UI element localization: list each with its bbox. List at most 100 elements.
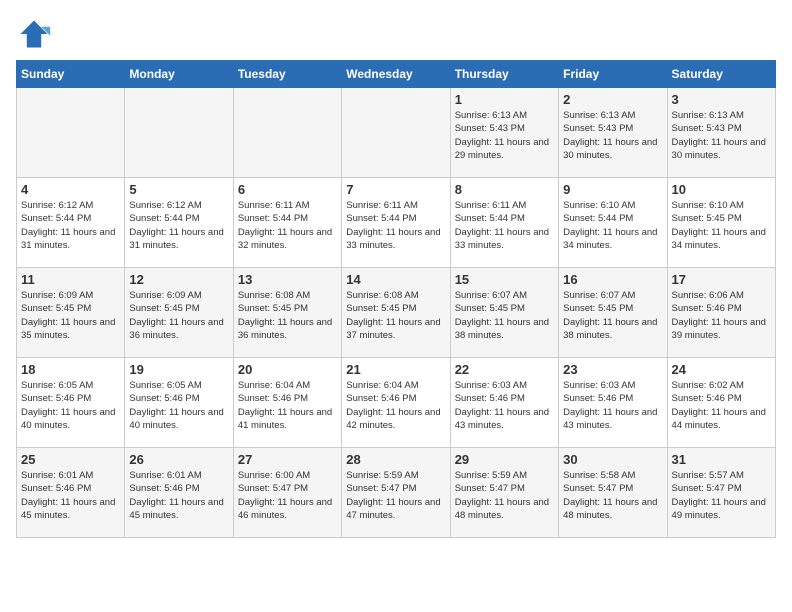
day-info: Sunrise: 6:00 AM Sunset: 5:47 PM Dayligh… bbox=[238, 469, 337, 522]
day-info: Sunrise: 6:06 AM Sunset: 5:46 PM Dayligh… bbox=[672, 289, 771, 342]
calendar-cell: 27 Sunrise: 6:00 AM Sunset: 5:47 PM Dayli… bbox=[233, 448, 341, 538]
day-info: Sunrise: 6:07 AM Sunset: 5:45 PM Dayligh… bbox=[563, 289, 662, 342]
day-info: Sunrise: 5:57 AM Sunset: 5:47 PM Dayligh… bbox=[672, 469, 771, 522]
day-number: 11 bbox=[21, 272, 120, 287]
day-number: 12 bbox=[129, 272, 228, 287]
day-number: 8 bbox=[455, 182, 554, 197]
calendar-cell: 23Sunrise: 6:03 AM Sunset: 5:46 PM Dayli… bbox=[559, 358, 667, 448]
calendar-cell: 24Sunrise: 6:02 AM Sunset: 5:46 PM Dayli… bbox=[667, 358, 775, 448]
day-number: 2 bbox=[563, 92, 662, 107]
day-info: Sunrise: 6:10 AM Sunset: 5:44 PM Dayligh… bbox=[563, 199, 662, 252]
day-info: Sunrise: 5:59 AM Sunset: 5:47 PM Dayligh… bbox=[455, 469, 554, 522]
calendar-week-row: 25 Sunrise: 6:01 AM Sunset: 5:46 PM Dayli… bbox=[17, 448, 776, 538]
calendar-cell: 9 Sunrise: 6:10 AM Sunset: 5:44 PM Daylig… bbox=[559, 178, 667, 268]
calendar-cell: 29 Sunrise: 5:59 AM Sunset: 5:47 PM Dayli… bbox=[450, 448, 558, 538]
calendar-cell: 26 Sunrise: 6:01 AM Sunset: 5:46 PM Dayli… bbox=[125, 448, 233, 538]
calendar-cell: 31Sunrise: 5:57 AM Sunset: 5:47 PM Dayli… bbox=[667, 448, 775, 538]
calendar-cell bbox=[233, 88, 341, 178]
day-info: Sunrise: 6:03 AM Sunset: 5:46 PM Dayligh… bbox=[455, 379, 554, 432]
day-info: Sunrise: 6:07 AM Sunset: 5:45 PM Dayligh… bbox=[455, 289, 554, 342]
day-info: Sunrise: 6:13 AM Sunset: 5:43 PM Dayligh… bbox=[455, 109, 554, 162]
calendar-cell: 1Sunrise: 6:13 AM Sunset: 5:43 PM Daylig… bbox=[450, 88, 558, 178]
calendar-cell: 16 Sunrise: 6:07 AM Sunset: 5:45 PM Dayli… bbox=[559, 268, 667, 358]
day-number: 6 bbox=[238, 182, 337, 197]
column-header-monday: Monday bbox=[125, 61, 233, 88]
calendar-cell: 5 Sunrise: 6:12 AM Sunset: 5:44 PM Daylig… bbox=[125, 178, 233, 268]
calendar-cell: 2 Sunrise: 6:13 AM Sunset: 5:43 PM Daylig… bbox=[559, 88, 667, 178]
calendar-cell: 12Sunrise: 6:09 AM Sunset: 5:45 PM Dayli… bbox=[125, 268, 233, 358]
calendar-cell: 8 Sunrise: 6:11 AM Sunset: 5:44 PM Daylig… bbox=[450, 178, 558, 268]
calendar-cell: 15 Sunrise: 6:07 AM Sunset: 5:45 PM Dayli… bbox=[450, 268, 558, 358]
calendar-cell bbox=[342, 88, 450, 178]
calendar-cell bbox=[125, 88, 233, 178]
calendar-week-row: 18Sunrise: 6:05 AM Sunset: 5:46 PM Dayli… bbox=[17, 358, 776, 448]
day-number: 25 bbox=[21, 452, 120, 467]
column-header-thursday: Thursday bbox=[450, 61, 558, 88]
day-info: Sunrise: 6:12 AM Sunset: 5:44 PM Dayligh… bbox=[129, 199, 228, 252]
column-header-friday: Friday bbox=[559, 61, 667, 88]
day-info: Sunrise: 6:08 AM Sunset: 5:45 PM Dayligh… bbox=[346, 289, 445, 342]
calendar-cell: 4 Sunrise: 6:12 AM Sunset: 5:44 PM Daylig… bbox=[17, 178, 125, 268]
day-number: 29 bbox=[455, 452, 554, 467]
calendar-cell bbox=[17, 88, 125, 178]
day-info: Sunrise: 6:02 AM Sunset: 5:46 PM Dayligh… bbox=[672, 379, 771, 432]
day-info: Sunrise: 6:13 AM Sunset: 5:43 PM Dayligh… bbox=[563, 109, 662, 162]
day-info: Sunrise: 5:59 AM Sunset: 5:47 PM Dayligh… bbox=[346, 469, 445, 522]
calendar-cell: 30 Sunrise: 5:58 AM Sunset: 5:47 PM Dayli… bbox=[559, 448, 667, 538]
logo-icon bbox=[16, 16, 52, 52]
day-number: 5 bbox=[129, 182, 228, 197]
calendar-cell: 6 Sunrise: 6:11 AM Sunset: 5:44 PM Daylig… bbox=[233, 178, 341, 268]
calendar-table: SundayMondayTuesdayWednesdayThursdayFrid… bbox=[16, 60, 776, 538]
day-info: Sunrise: 6:01 AM Sunset: 5:46 PM Dayligh… bbox=[21, 469, 120, 522]
day-info: Sunrise: 6:04 AM Sunset: 5:46 PM Dayligh… bbox=[238, 379, 337, 432]
calendar-cell: 3 Sunrise: 6:13 AM Sunset: 5:43 PM Daylig… bbox=[667, 88, 775, 178]
day-number: 10 bbox=[672, 182, 771, 197]
calendar-week-row: 11Sunrise: 6:09 AM Sunset: 5:45 PM Dayli… bbox=[17, 268, 776, 358]
day-info: Sunrise: 6:13 AM Sunset: 5:43 PM Dayligh… bbox=[672, 109, 771, 162]
day-number: 27 bbox=[238, 452, 337, 467]
calendar-cell: 7Sunrise: 6:11 AM Sunset: 5:44 PM Daylig… bbox=[342, 178, 450, 268]
day-number: 13 bbox=[238, 272, 337, 287]
column-header-saturday: Saturday bbox=[667, 61, 775, 88]
day-number: 3 bbox=[672, 92, 771, 107]
day-number: 4 bbox=[21, 182, 120, 197]
day-number: 22 bbox=[455, 362, 554, 377]
day-number: 14 bbox=[346, 272, 445, 287]
day-info: Sunrise: 6:05 AM Sunset: 5:46 PM Dayligh… bbox=[129, 379, 228, 432]
calendar-cell: 28 Sunrise: 5:59 AM Sunset: 5:47 PM Dayli… bbox=[342, 448, 450, 538]
day-info: Sunrise: 6:01 AM Sunset: 5:46 PM Dayligh… bbox=[129, 469, 228, 522]
calendar-cell: 13 Sunrise: 6:08 AM Sunset: 5:45 PM Dayli… bbox=[233, 268, 341, 358]
day-number: 16 bbox=[563, 272, 662, 287]
page-header bbox=[16, 16, 776, 52]
day-info: Sunrise: 5:58 AM Sunset: 5:47 PM Dayligh… bbox=[563, 469, 662, 522]
day-number: 9 bbox=[563, 182, 662, 197]
day-number: 26 bbox=[129, 452, 228, 467]
column-header-sunday: Sunday bbox=[17, 61, 125, 88]
day-info: Sunrise: 6:04 AM Sunset: 5:46 PM Dayligh… bbox=[346, 379, 445, 432]
day-number: 19 bbox=[129, 362, 228, 377]
day-info: Sunrise: 6:10 AM Sunset: 5:45 PM Dayligh… bbox=[672, 199, 771, 252]
calendar-week-row: 1Sunrise: 6:13 AM Sunset: 5:43 PM Daylig… bbox=[17, 88, 776, 178]
day-info: Sunrise: 6:08 AM Sunset: 5:45 PM Dayligh… bbox=[238, 289, 337, 342]
calendar-cell: 25 Sunrise: 6:01 AM Sunset: 5:46 PM Dayli… bbox=[17, 448, 125, 538]
day-info: Sunrise: 6:05 AM Sunset: 5:46 PM Dayligh… bbox=[21, 379, 120, 432]
day-number: 17 bbox=[672, 272, 771, 287]
calendar-cell: 22 Sunrise: 6:03 AM Sunset: 5:46 PM Dayli… bbox=[450, 358, 558, 448]
day-number: 21 bbox=[346, 362, 445, 377]
calendar-cell: 17 Sunrise: 6:06 AM Sunset: 5:46 PM Dayli… bbox=[667, 268, 775, 358]
column-header-tuesday: Tuesday bbox=[233, 61, 341, 88]
day-number: 28 bbox=[346, 452, 445, 467]
column-header-wednesday: Wednesday bbox=[342, 61, 450, 88]
day-number: 7 bbox=[346, 182, 445, 197]
day-info: Sunrise: 6:11 AM Sunset: 5:44 PM Dayligh… bbox=[238, 199, 337, 252]
day-number: 30 bbox=[563, 452, 662, 467]
day-info: Sunrise: 6:11 AM Sunset: 5:44 PM Dayligh… bbox=[455, 199, 554, 252]
calendar-header-row: SundayMondayTuesdayWednesdayThursdayFrid… bbox=[17, 61, 776, 88]
calendar-cell: 20Sunrise: 6:04 AM Sunset: 5:46 PM Dayli… bbox=[233, 358, 341, 448]
calendar-cell: 11Sunrise: 6:09 AM Sunset: 5:45 PM Dayli… bbox=[17, 268, 125, 358]
calendar-cell: 21 Sunrise: 6:04 AM Sunset: 5:46 PM Dayli… bbox=[342, 358, 450, 448]
day-number: 15 bbox=[455, 272, 554, 287]
day-info: Sunrise: 6:12 AM Sunset: 5:44 PM Dayligh… bbox=[21, 199, 120, 252]
calendar-cell: 10 Sunrise: 6:10 AM Sunset: 5:45 PM Dayli… bbox=[667, 178, 775, 268]
calendar-cell: 19 Sunrise: 6:05 AM Sunset: 5:46 PM Dayli… bbox=[125, 358, 233, 448]
